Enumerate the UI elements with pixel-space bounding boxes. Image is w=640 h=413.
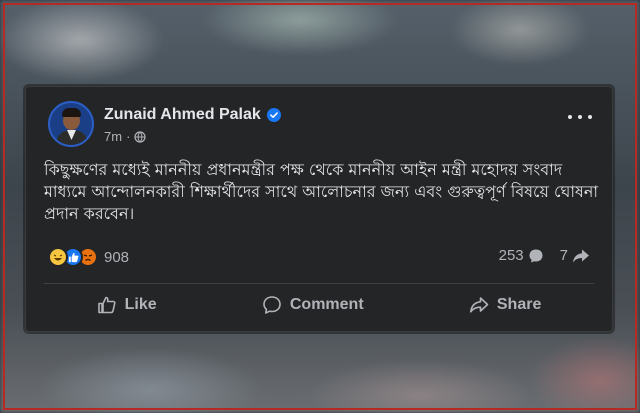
post-text: কিছুক্ষণের মধ্যেই মাননীয় প্রধানমন্ত্রীর… (44, 160, 599, 223)
comment-icon (263, 296, 281, 314)
comments-stat[interactable]: 253 (499, 247, 544, 264)
comments-count: 253 (498, 247, 524, 264)
shares-count: 7 (559, 247, 568, 264)
more-options-icon[interactable] (568, 111, 592, 123)
meta-dot: · (126, 129, 131, 144)
reactions-summary[interactable]: 908 (48, 247, 129, 267)
post-actions-bar: Like Comment Share (44, 287, 594, 323)
globe-icon (134, 130, 147, 143)
comment-bubble-icon (529, 249, 543, 262)
share-arrow-icon (573, 249, 589, 262)
reaction-count: 908 (104, 248, 130, 266)
post-meta: 7m · (104, 129, 147, 144)
author-row: Zunaid Ahmed Palak (104, 106, 281, 124)
like-label: Like (124, 296, 157, 313)
share-label: Share (496, 296, 542, 313)
haha-reaction-icon (48, 247, 68, 267)
share-icon (469, 297, 489, 313)
facebook-post-card: Zunaid Ahmed Palak 7m · কিছুক্ষণের মধ্যে… (25, 86, 613, 332)
avatar[interactable] (48, 101, 94, 147)
comment-label: Comment (289, 296, 364, 313)
shares-stat[interactable]: 7 (560, 247, 590, 264)
like-button[interactable]: Like (83, 289, 171, 321)
author-name[interactable]: Zunaid Ahmed Palak (104, 106, 261, 124)
verified-badge-icon (266, 108, 281, 122)
comment-button[interactable]: Comment (248, 289, 378, 321)
actions-divider (44, 283, 594, 284)
engagement-stats: 253 7 (499, 247, 590, 264)
thumbs-up-icon (97, 296, 116, 314)
post-time[interactable]: 7m (104, 129, 122, 144)
share-button[interactable]: Share (455, 289, 555, 321)
